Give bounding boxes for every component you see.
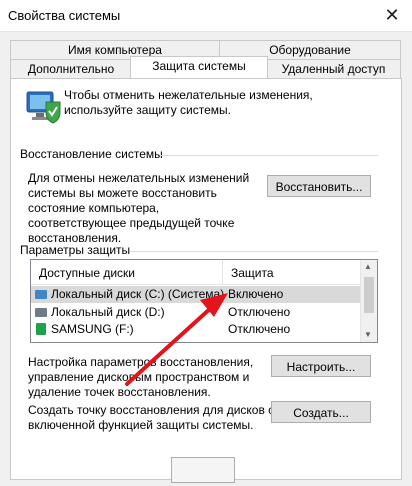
system-protection-icon — [26, 91, 61, 124]
scroll-thumb[interactable] — [364, 277, 374, 313]
drive-protection-status: Отключено — [228, 322, 291, 336]
scroll-up-icon[interactable]: ▲ — [364, 262, 372, 271]
tab-system-protection[interactable]: Защита системы — [130, 56, 268, 78]
restore-group-title: Восстановление системы — [20, 147, 163, 161]
drive-name: SAMSUNG (F:) — [51, 322, 134, 336]
protection-group-divider — [130, 251, 378, 252]
scroll-down-icon[interactable]: ▼ — [364, 330, 372, 339]
drive-protection-status: Включено — [228, 287, 284, 301]
create-button[interactable]: Создать... — [271, 401, 371, 423]
drive-row[interactable]: SAMSUNG (F:) Отключено — [31, 321, 361, 338]
restore-group-divider — [160, 155, 378, 156]
title-bar: Свойства системы ✕ — [0, 0, 412, 32]
drive-row[interactable]: Локальный диск (C:) (Система) Включено — [31, 286, 361, 303]
restore-button[interactable]: Восстановить... — [267, 175, 371, 197]
protection-group-title: Параметры защиты — [20, 243, 131, 257]
drive-name: Локальный диск (C:) (Система) — [51, 287, 225, 301]
usb-drive-icon — [36, 323, 46, 335]
column-separator — [222, 260, 223, 284]
system-drive-icon — [35, 290, 47, 299]
configure-button[interactable]: Настроить... — [271, 355, 371, 377]
drive-protection-status: Отключено — [228, 305, 291, 319]
drives-list[interactable]: Доступные диски Защита Локальный диск (C… — [30, 259, 378, 343]
list-header: Доступные диски Защита — [31, 260, 361, 285]
tab-advanced[interactable]: Дополнительно — [10, 59, 132, 78]
intro-text: Чтобы отменить нежелательные изменения, … — [64, 88, 313, 117]
ok-button[interactable] — [171, 457, 235, 483]
drive-name: Локальный диск (D:) — [51, 305, 165, 319]
tab-remote-access[interactable]: Удаленный доступ — [266, 59, 401, 78]
restore-description: Для отмены нежелательных изменений систе… — [28, 171, 250, 245]
hard-drive-icon — [35, 308, 47, 317]
close-button[interactable]: ✕ — [372, 0, 412, 31]
window-title: Свойства системы — [8, 8, 121, 23]
create-description: Создать точку восстановления для дисков … — [28, 403, 275, 432]
drive-row[interactable]: Локальный диск (D:) Отключено — [31, 304, 361, 321]
configure-description: Настройка параметров восстановления, упр… — [28, 355, 254, 399]
list-scrollbar[interactable]: ▲ ▼ — [360, 260, 377, 342]
column-protection[interactable]: Защита — [231, 266, 274, 280]
column-available-drives[interactable]: Доступные диски — [39, 266, 135, 280]
